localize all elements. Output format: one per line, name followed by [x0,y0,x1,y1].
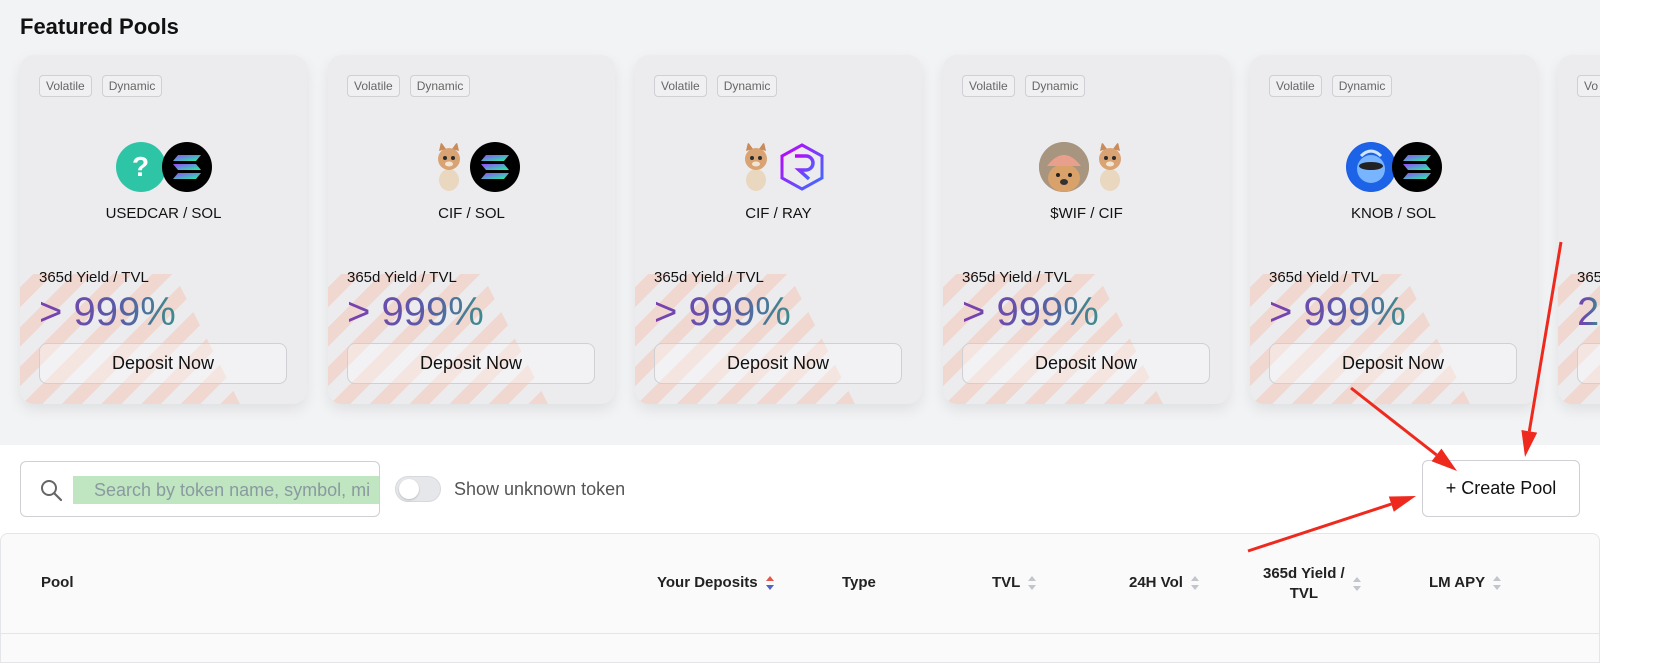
pools-table: Pool Your Deposits Type TVL 24H Vol 365d Yiel… [0,533,1600,663]
deposit-now-button[interactable] [1577,343,1600,384]
yield-value: > 999% [654,290,791,334]
tag-volatile: Volatile [347,75,400,97]
yield-value: > 999% [1269,290,1406,334]
pool-tags: Vo [1577,75,1600,97]
yield-value: > 999% [347,290,484,334]
yield-value: > 999% [962,290,1099,334]
sol-token-icon [469,142,520,192]
column-header-tvl[interactable]: TVL [992,574,1037,591]
pool-tags: Volatile Dynamic [39,75,163,97]
cif-cat-token-icon [1085,142,1135,192]
column-header-365d-yield-tvl[interactable]: 365d Yield / TVL [1263,564,1361,604]
pool-pair-name: USEDCAR / SOL [105,205,222,222]
column-header-label: Your Deposits [657,574,758,591]
tag-dynamic: Dynamic [409,75,471,97]
column-header-label: LM APY [1429,574,1486,591]
page: Featured Pools Volatile Dynamic? USEDCAR /… [0,0,1665,663]
yield-value: 2 [1577,290,1600,334]
tag-volatile: Volatile [962,75,1015,97]
tag-dynamic: Dynamic [1331,75,1393,97]
yield-label: 365d Yield / TVL [962,269,1072,286]
filter-bar: Show unknown token + Create Pool [0,445,1600,533]
yield-label: 365d Yield / TVL [654,269,764,286]
pool-pair-name: CIF / SOL [438,205,505,222]
column-header-pool: Pool [41,574,74,591]
featured-pool-card: Volatile Dynamic CIF / SOL 365d Yield / TVL… [328,55,615,404]
column-header-label: 24H Vol [1129,574,1183,591]
column-header-type: Type [842,574,876,591]
featured-pools-section: Featured Pools Volatile Dynamic? USEDCAR /… [0,0,1600,445]
token-pair-logos [943,142,1230,192]
token-pair-logos [328,142,615,192]
column-header-your-deposits[interactable]: Your Deposits [657,574,774,591]
tag-volatile: Vo [1577,75,1600,97]
ray-token-icon [777,142,827,192]
yield-label: 365d Yield / TVL [1269,269,1379,286]
pool-pair-name: CIF / RAY [745,205,812,222]
sort-icon[interactable] [1493,575,1502,590]
yield-label: 365d Yield / TVL [39,269,149,286]
toggle-knob [399,479,419,499]
create-pool-button[interactable]: + Create Pool [1422,460,1580,517]
search-box[interactable] [20,461,380,517]
pool-tags: Volatile Dynamic [1269,75,1393,97]
deposit-now-button[interactable]: Deposit Now [1269,343,1517,384]
column-header-24h-vol[interactable]: 24H Vol [1129,574,1199,591]
featured-pool-card-partial: Vo 365 2 [1558,55,1600,404]
column-header-label: Pool [41,574,74,591]
search-input[interactable] [73,476,379,504]
tag-dynamic: Dynamic [716,75,778,97]
cif-cat-token-icon [731,142,781,192]
sort-icon[interactable] [1028,575,1037,590]
table-header: Pool Your Deposits Type TVL 24H Vol 365d Yiel… [1,534,1599,634]
deposit-now-button[interactable]: Deposit Now [962,343,1210,384]
pool-pair-name: KNOB / SOL [1350,205,1437,222]
token-pair-logos: ? [20,142,307,192]
tag-dynamic: Dynamic [101,75,163,97]
sol-token-icon [161,142,212,192]
knob-token-icon [1345,142,1396,192]
featured-pool-card: Volatile Dynamic? USEDCAR / SOL 365d Yield … [20,55,307,404]
pool-tags: Volatile Dynamic [962,75,1086,97]
featured-pool-card: Volatile Dynamic $WIF / CIF 365d Yield / TV… [943,55,1230,404]
show-unknown-token-toggle[interactable] [395,476,441,502]
sort-icon[interactable] [1190,575,1199,590]
deposit-now-button[interactable]: Deposit Now [654,343,902,384]
pool-tags: Volatile Dynamic [654,75,778,97]
wif-dog-token-icon [1038,142,1089,192]
cif-cat-token-icon [424,142,474,192]
sort-icon[interactable] [1352,577,1361,591]
sort-icon[interactable] [765,575,774,590]
column-header-label: 365d Yield / TVL [1263,565,1345,602]
yield-value: > 999% [39,290,176,334]
tag-dynamic: Dynamic [1024,75,1086,97]
yield-label: 365 [1577,269,1600,286]
column-header-label: TVL [992,574,1021,591]
tag-volatile: Volatile [1269,75,1322,97]
token-pair-logos [635,142,922,192]
yield-label: 365d Yield / TVL [347,269,457,286]
deposit-now-button[interactable]: Deposit Now [39,343,287,384]
column-header-lm-apy[interactable]: LM APY [1429,574,1502,591]
sol-token-icon [1391,142,1442,192]
question-mark-token-icon: ? [115,142,166,192]
column-header-label: Type [842,574,876,591]
show-unknown-token-label: Show unknown token [454,479,626,499]
pool-pair-name: $WIF / CIF [1050,205,1123,222]
tag-volatile: Volatile [39,75,92,97]
search-icon [41,480,63,502]
deposit-now-button[interactable]: Deposit Now [347,343,595,384]
token-pair-logos [1250,142,1537,192]
featured-pools-title: Featured Pools [20,14,179,39]
featured-pool-card: Volatile Dynamic KNOB / SOL 365d Yield / TV… [1250,55,1537,404]
tag-volatile: Volatile [654,75,707,97]
featured-pool-card: Volatile Dynamic CIF / RAY 365d Yield / TVL… [635,55,922,404]
pool-tags: Volatile Dynamic [347,75,471,97]
